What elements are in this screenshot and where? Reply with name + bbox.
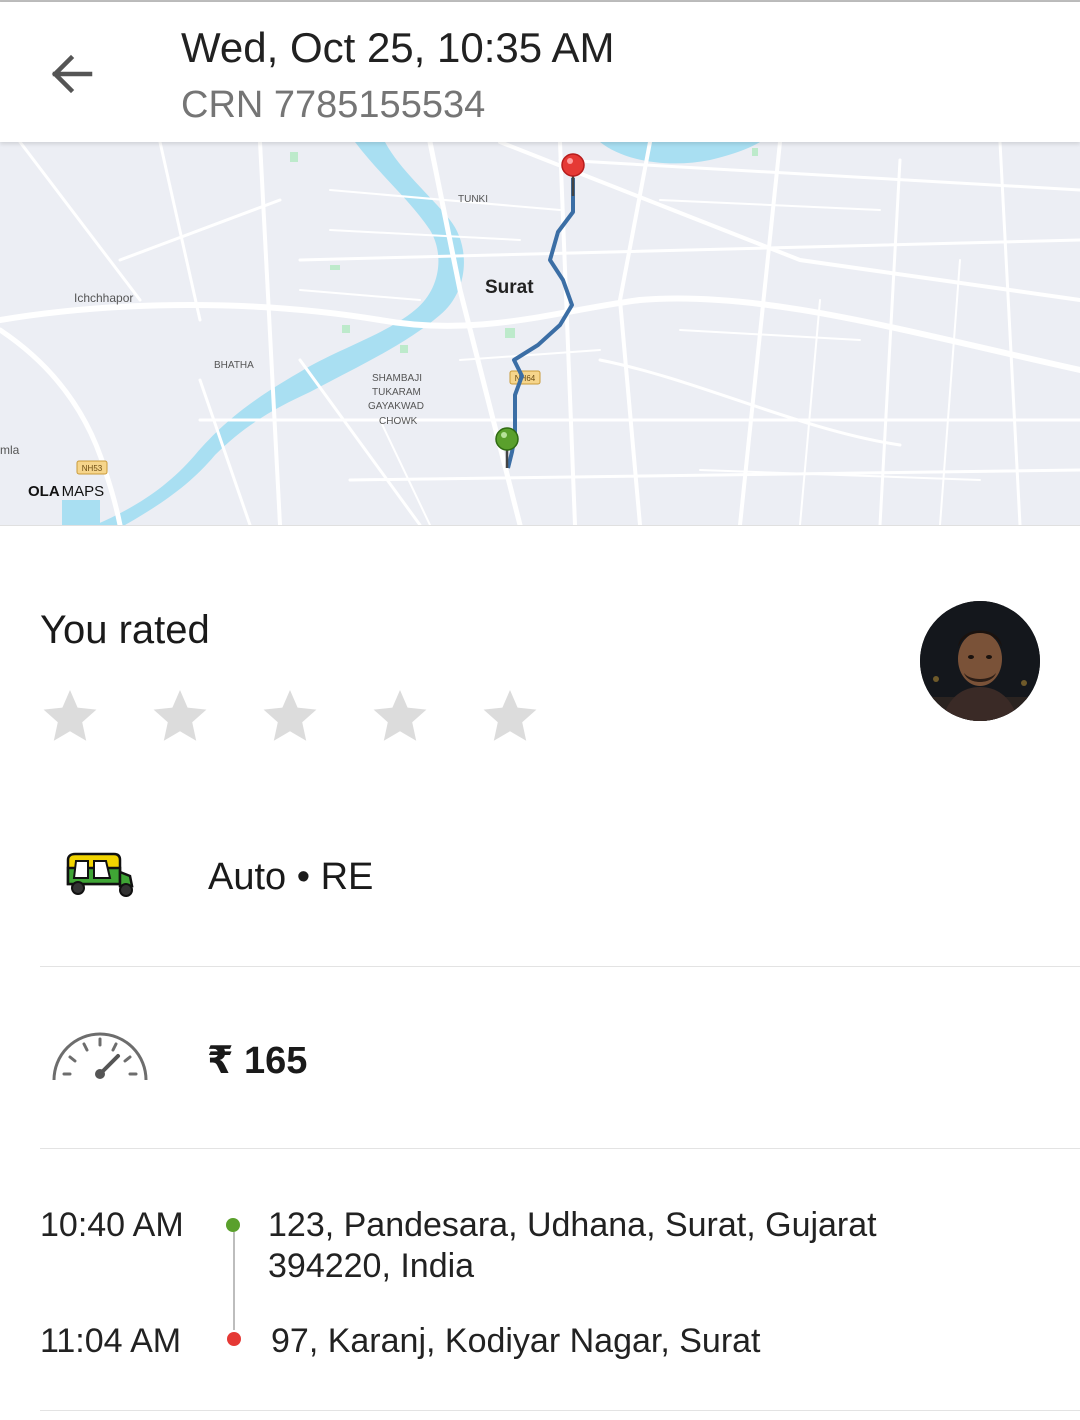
map-label-tunki: TUNKI: [458, 194, 488, 205]
star-icon[interactable]: [150, 686, 210, 746]
pickup-dot: [226, 1218, 240, 1232]
map-label-edge: mla: [0, 443, 20, 457]
drop-time: 11:04 AM: [40, 1322, 182, 1360]
star-icon[interactable]: [40, 686, 100, 746]
star-icon[interactable]: [370, 686, 430, 746]
route-map[interactable]: TUNKI Ichchhapor BHATHA SHAMBAJI TUKARAM…: [0, 142, 1080, 525]
map-brand: OLA MAPS: [28, 483, 104, 500]
map-divider: [0, 525, 1080, 526]
pickup-address: 123, Pandesara, Udhana, Surat, Gujarat 3…: [268, 1205, 877, 1287]
vehicle-type-label: Auto • RE: [208, 856, 374, 898]
drop-address: 97, Karanj, Kodiyar Nagar, Surat: [271, 1322, 761, 1360]
route-connector-line: [233, 1232, 235, 1330]
pickup-address-line-2: 394220, India: [268, 1247, 475, 1285]
divider: [40, 1410, 1080, 1411]
auto-rickshaw-icon: [66, 852, 134, 897]
map-label-chowk-1: SHAMBAJI: [372, 373, 422, 384]
back-button[interactable]: [40, 42, 104, 106]
fare-amount: ₹ 165: [207, 1040, 308, 1082]
divider: [40, 1148, 1080, 1149]
highway-shield-nh53: NH53: [76, 460, 108, 475]
highway-shield-nh64: NH64: [509, 370, 541, 385]
map-label-bhatha: BHATHA: [214, 360, 254, 371]
divider: [40, 966, 1080, 967]
speedometer-icon: [52, 1032, 148, 1081]
rating-label: You rated: [40, 608, 210, 652]
map-city-label: Surat: [485, 277, 534, 298]
map-label-ichchhapor: Ichchhapor: [74, 291, 133, 305]
map-label-chowk-3: GAYAKWAD: [368, 401, 424, 412]
ride-datetime-title: Wed, Oct 25, 10:35 AM: [181, 24, 615, 71]
svg-text:NH53: NH53: [82, 464, 103, 473]
pickup-time: 10:40 AM: [40, 1206, 184, 1244]
app-header: Wed, Oct 25, 10:35 AM CRN 7785155534: [0, 2, 1080, 142]
pickup-address-line-1: 123, Pandesara, Udhana, Surat, Gujarat: [268, 1206, 877, 1244]
driver-avatar: [920, 601, 1040, 721]
river-canal: [62, 500, 100, 525]
star-icon[interactable]: [260, 686, 320, 746]
map-canvas: TUNKI Ichchhapor BHATHA SHAMBAJI TUKARAM…: [0, 142, 1080, 525]
drop-dot: [227, 1332, 241, 1346]
map-label-chowk-4: CHOWK: [379, 416, 418, 427]
star-icon[interactable]: [480, 686, 540, 746]
arrow-left-icon: [51, 54, 93, 94]
map-label-chowk-2: TUKARAM: [372, 387, 421, 398]
crn-number: CRN 7785155534: [181, 84, 486, 126]
